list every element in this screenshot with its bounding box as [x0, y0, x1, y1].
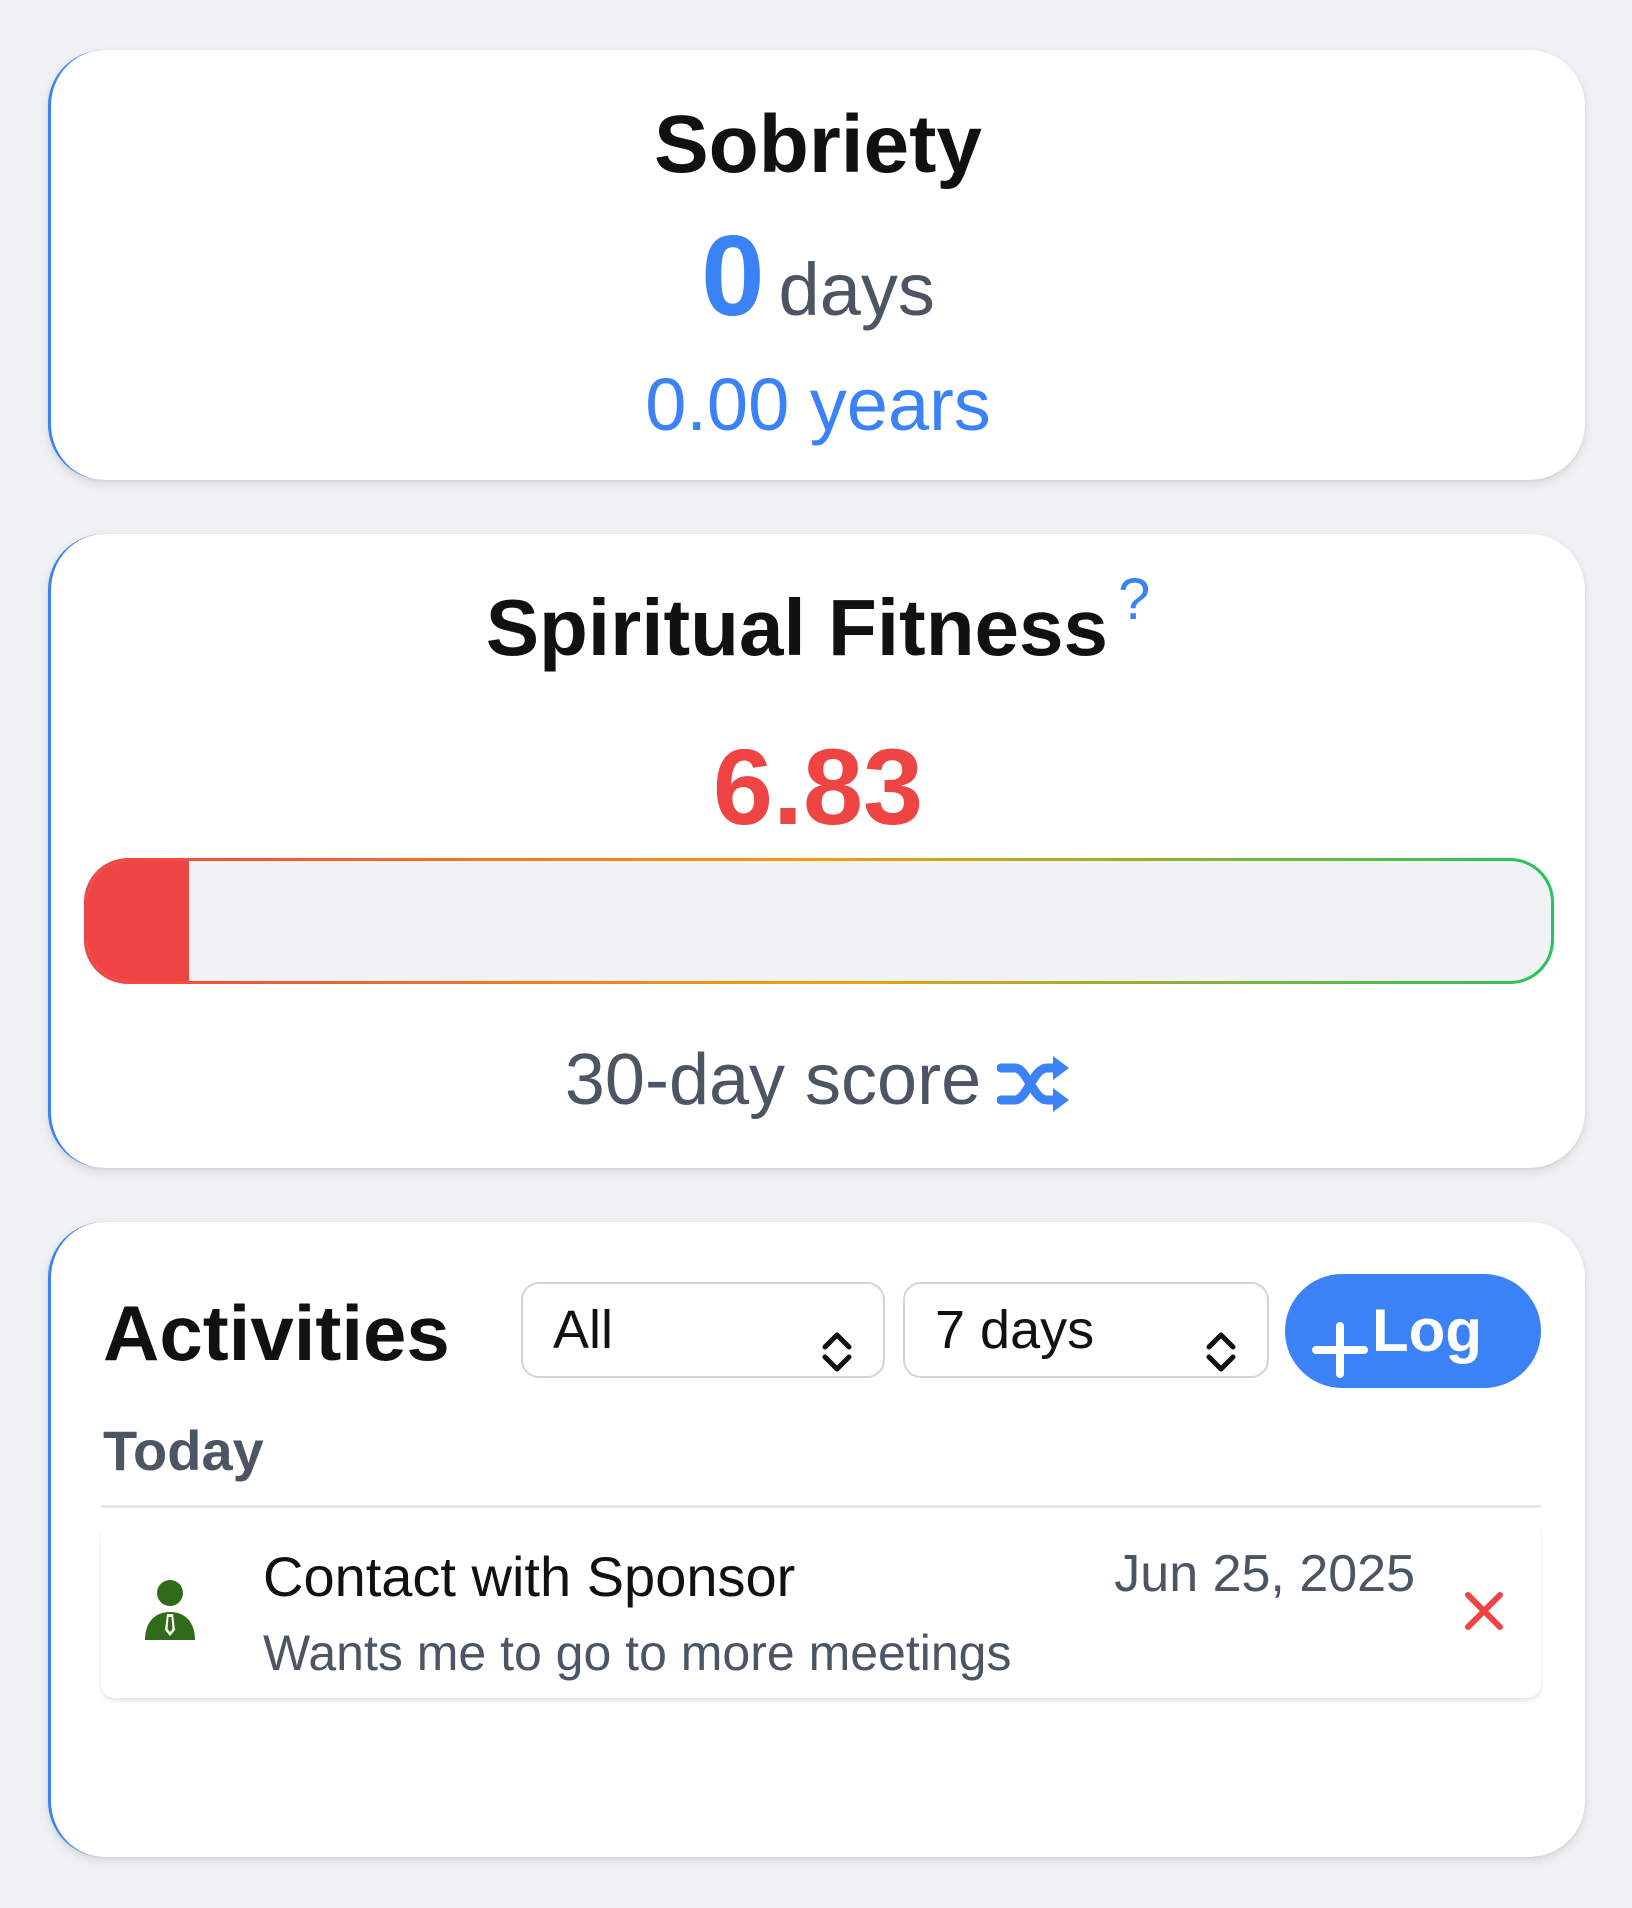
fitness-title-text: Spiritual Fitness [485, 583, 1109, 672]
sobriety-days-value: 0 [701, 213, 765, 340]
close-icon[interactable] [1461, 1588, 1507, 1634]
activity-date: Jun 25, 2025 [1114, 1545, 1415, 1603]
score-period-label: 30-day score [564, 1040, 982, 1120]
log-activity-button[interactable]: Log [1285, 1274, 1541, 1388]
activity-group-label: Today [103, 1419, 264, 1482]
date-range-select[interactable]: 7 days [903, 1282, 1269, 1378]
activity-note: Wants me to go to more meetings [263, 1625, 1012, 1681]
chevron-up-down-icon [817, 1310, 857, 1372]
score-period-row: 30-day score [51, 1039, 1585, 1121]
activities-title: Activities [103, 1289, 450, 1377]
help-icon[interactable]: ? [1118, 567, 1150, 632]
sobriety-years: 0.00 years [645, 363, 991, 446]
sobriety-title: Sobriety [653, 99, 983, 190]
chevron-up-down-icon [1201, 1310, 1241, 1372]
sobriety-days: 0 days [51, 220, 1585, 334]
fitness-progress-bar [84, 858, 1554, 984]
activity-list-item[interactable]: Contact with Sponsor Wants me to go to m… [101, 1522, 1541, 1698]
activities-card: Activities All 7 days Log Today Contact … [48, 1222, 1585, 1857]
activity-name: Contact with Sponsor [263, 1545, 796, 1608]
activity-type-value: All [553, 1300, 614, 1360]
person-with-tie-icon [143, 1578, 197, 1642]
spiritual-fitness-card: Spiritual Fitness? 6.83 30-day score [48, 534, 1585, 1168]
log-button-label: Log [1372, 1297, 1482, 1364]
date-range-value: 7 days [935, 1300, 1095, 1360]
fitness-title: Spiritual Fitness? [51, 567, 1585, 674]
fitness-progress-track [87, 861, 1551, 981]
group-divider [101, 1505, 1541, 1508]
fitness-progress-fill [87, 861, 190, 981]
fitness-score: 6.83 [712, 726, 924, 847]
activity-type-select[interactable]: All [521, 1282, 885, 1378]
sobriety-days-unit: days [778, 248, 935, 331]
sobriety-card: Sobriety 0 days 0.00 years [48, 50, 1585, 480]
shuffle-icon[interactable] [996, 1049, 1071, 1112]
plus-icon [1311, 1302, 1369, 1378]
